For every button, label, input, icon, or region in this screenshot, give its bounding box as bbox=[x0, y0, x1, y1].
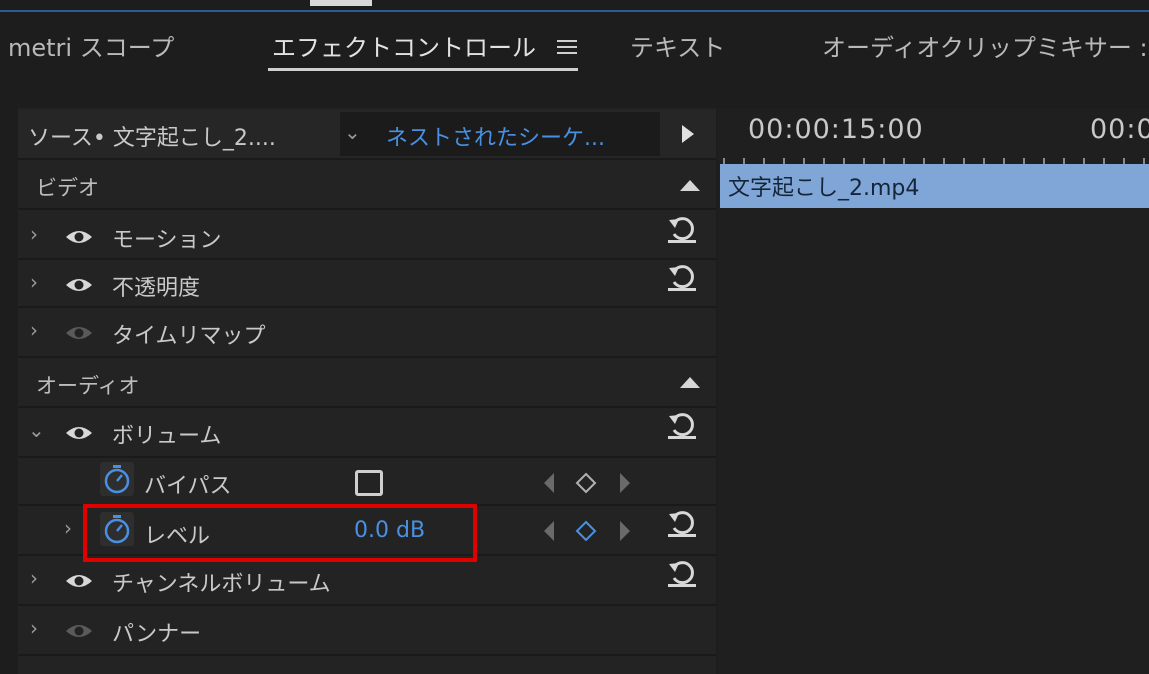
effect-opacity[interactable]: 不透明度 bbox=[112, 270, 200, 302]
expand-panner-icon[interactable]: › bbox=[30, 616, 38, 640]
reset-icon[interactable] bbox=[666, 510, 698, 538]
reset-icon[interactable] bbox=[666, 216, 698, 244]
eye-icon[interactable] bbox=[64, 228, 94, 246]
keyframe-navigator[interactable] bbox=[540, 470, 634, 496]
row-divider bbox=[18, 456, 716, 458]
timecode-label: 00:00:15:00 bbox=[748, 114, 924, 145]
collapse-audio-icon[interactable] bbox=[680, 377, 700, 388]
active-tab-underline bbox=[268, 68, 578, 71]
param-bypass: バイパス bbox=[144, 474, 232, 499]
tab-lumetri-scopes[interactable]: metri スコープ bbox=[8, 28, 174, 63]
row-divider bbox=[18, 356, 716, 358]
collapse-volume-icon[interactable]: ⌄ bbox=[28, 418, 45, 442]
row-divider bbox=[18, 258, 716, 260]
timecode-label: 00:0 bbox=[1090, 114, 1149, 145]
highlight-box bbox=[83, 504, 477, 562]
section-audio-label: オーディオ bbox=[36, 374, 140, 398]
effect-channel-volume[interactable]: チャンネルボリューム bbox=[112, 566, 331, 598]
row-divider bbox=[18, 306, 716, 308]
eye-icon bbox=[66, 625, 92, 637]
eye-icon[interactable] bbox=[64, 572, 94, 590]
reset-icon[interactable] bbox=[666, 264, 698, 292]
stopwatch-icon[interactable] bbox=[100, 462, 134, 496]
panel-drag-marker bbox=[310, 0, 372, 6]
tab-audio-clip-mixer[interactable]: オーディオクリップミキサー : bbox=[822, 28, 1148, 63]
effect-motion[interactable]: モーション bbox=[112, 222, 222, 254]
effect-time-remap[interactable]: タイムリマップ bbox=[112, 318, 266, 350]
expand-level-icon[interactable]: › bbox=[64, 516, 72, 540]
source-clip-label[interactable]: ソース• 文字起こし_2.... bbox=[28, 120, 276, 152]
expand-motion-icon[interactable]: › bbox=[30, 222, 38, 246]
row-divider bbox=[18, 604, 716, 606]
tab-effect-controls[interactable]: エフェクトコントロール bbox=[272, 28, 536, 63]
panel-focus-border bbox=[0, 10, 1149, 12]
effect-volume[interactable]: ボリューム bbox=[112, 418, 221, 450]
row-divider bbox=[18, 158, 716, 160]
keyframe-navigator[interactable] bbox=[540, 518, 634, 544]
reset-icon[interactable] bbox=[666, 412, 698, 440]
expand-channel-volume-icon[interactable]: › bbox=[30, 566, 38, 590]
expand-time-remap-icon[interactable]: › bbox=[30, 318, 38, 342]
eye-icon[interactable] bbox=[64, 424, 94, 442]
collapse-video-icon[interactable] bbox=[680, 180, 700, 191]
row-divider bbox=[18, 654, 716, 656]
clip-name: 文字起こし_2.mp4 bbox=[728, 176, 920, 201]
row-divider bbox=[18, 406, 716, 408]
chevron-down-icon[interactable]: ⌄ bbox=[344, 120, 361, 144]
expand-opacity-icon[interactable]: › bbox=[30, 270, 38, 294]
eye-icon bbox=[66, 327, 92, 339]
eye-icon[interactable] bbox=[64, 276, 94, 294]
reset-icon[interactable] bbox=[666, 560, 698, 588]
section-video-label: ビデオ bbox=[36, 176, 99, 200]
sequence-name[interactable]: ネストされたシーケ... bbox=[386, 120, 605, 152]
panel-menu-icon[interactable] bbox=[557, 40, 577, 54]
row-divider bbox=[18, 208, 716, 210]
tab-text[interactable]: テキスト bbox=[630, 28, 725, 63]
play-icon[interactable] bbox=[672, 120, 702, 148]
bypass-checkbox[interactable] bbox=[355, 470, 383, 496]
effect-panner[interactable]: パンナー bbox=[112, 616, 201, 648]
